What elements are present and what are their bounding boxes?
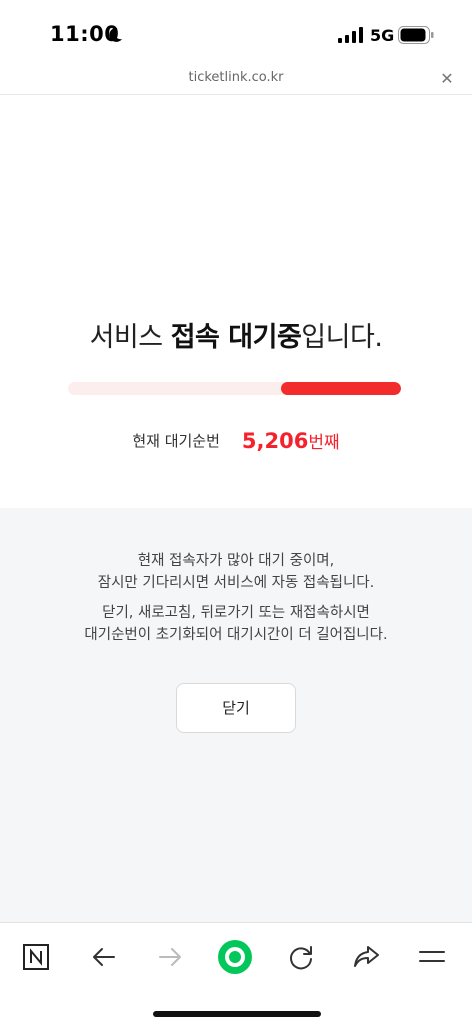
page-title: 서비스 접속 대기중입니다. [0, 315, 472, 354]
back-arrow-icon[interactable] [86, 939, 122, 975]
signal-icon [338, 27, 363, 43]
close-icon[interactable]: ✕ [438, 70, 456, 88]
close-button[interactable]: 닫기 [176, 683, 296, 733]
notice-line-2: 잠시만 기다리시면 서비스에 자동 접속됩니다. [97, 575, 375, 591]
network-type: 5G [370, 26, 395, 45]
naver-icon[interactable] [18, 939, 54, 975]
progress-bar [68, 382, 401, 395]
queue-panel: 서비스 접속 대기중입니다. 현재 대기순번 5,206번째 [0, 95, 472, 508]
queue-number: 5,206 [241, 428, 309, 453]
headline-bold: 접속 대기중 [170, 322, 302, 353]
headline-prefix: 서비스 [89, 322, 171, 353]
notice-line-3: 닫기, 새로고침, 뒤로가기 또는 재접속하시면 [102, 605, 370, 621]
notice-line-1: 현재 접속자가 많아 대기 중이며, [137, 553, 335, 569]
headline-suffix: 입니다. [301, 322, 383, 353]
url-bar: ticketlink.co.kr ✕ [0, 66, 472, 95]
url-domain: ticketlink.co.kr [188, 70, 284, 85]
moon-icon [109, 27, 122, 42]
battery-icon [398, 26, 434, 44]
share-icon[interactable] [348, 939, 384, 975]
refresh-icon[interactable] [283, 939, 319, 975]
progress-fill [281, 382, 401, 395]
forward-arrow-icon[interactable] [152, 939, 188, 975]
notice-line-4: 대기순번이 초기화되어 대기시간이 더 길어집니다. [84, 627, 388, 643]
notice-panel: 현재 접속자가 많아 대기 중이며, 잠시만 기다리시면 서비스에 자동 접속됩… [0, 508, 472, 922]
menu-icon[interactable] [414, 939, 450, 975]
notice-paragraph-1: 현재 접속자가 많아 대기 중이며, 잠시만 기다리시면 서비스에 자동 접속됩… [0, 550, 472, 594]
queue-position: 현재 대기순번 5,206번째 [0, 428, 472, 454]
browser-toolbar [0, 922, 472, 1025]
status-bar: 11:00 5G [0, 0, 472, 70]
green-dot-icon[interactable] [217, 939, 253, 975]
home-indicator [153, 1011, 321, 1017]
queue-suffix: 번째 [308, 433, 340, 453]
notice-paragraph-2: 닫기, 새로고침, 뒤로가기 또는 재접속하시면 대기순번이 초기화되어 대기시… [0, 602, 472, 646]
queue-label: 현재 대기순번 [132, 432, 220, 450]
